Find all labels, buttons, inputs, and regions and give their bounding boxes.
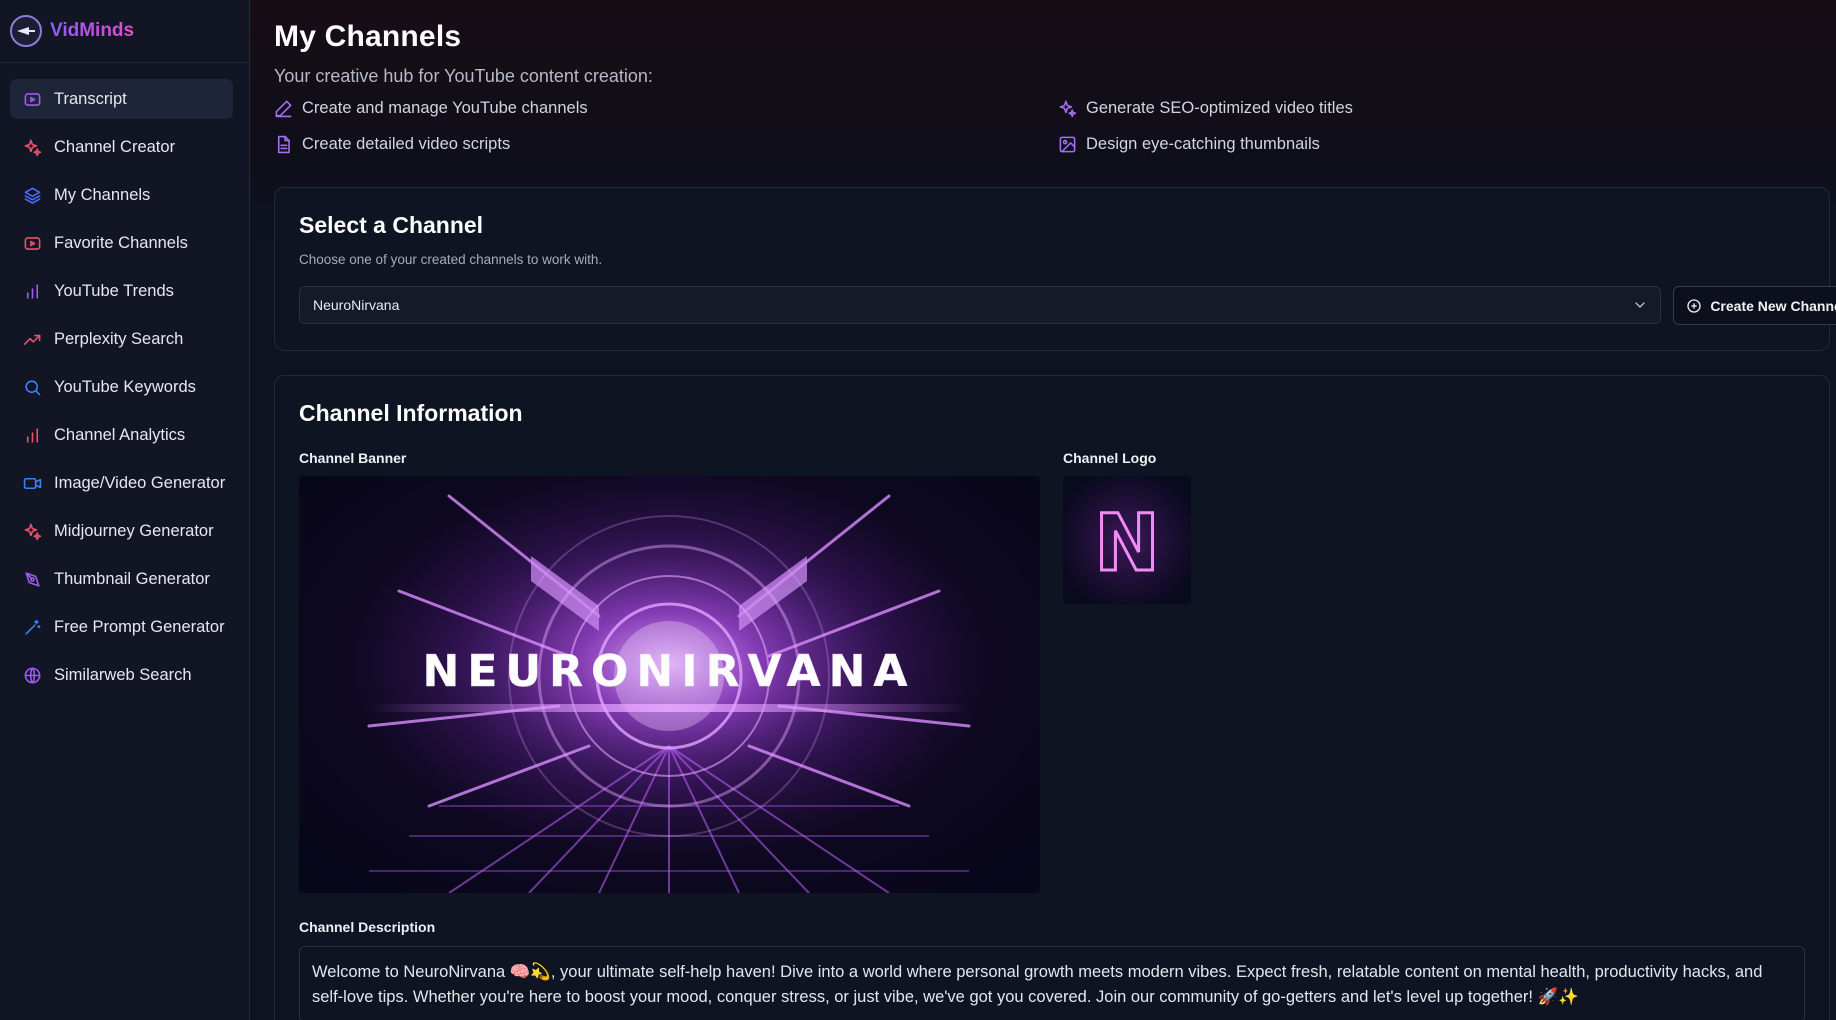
file-text-icon bbox=[277, 135, 290, 154]
pen-tool-icon bbox=[22, 569, 42, 589]
sidebar-item-youtube-trends[interactable]: YouTube Trends bbox=[10, 271, 233, 311]
bar-chart-icon bbox=[22, 281, 42, 301]
sidebar: VidMinds Transcript Channel Creator My C… bbox=[0, 0, 250, 1020]
channel-description-field[interactable]: Welcome to NeuroNirvana 🧠💫, your ultimat… bbox=[299, 946, 1805, 1020]
sidebar-item-my-channels[interactable]: My Channels bbox=[10, 175, 233, 215]
sidebar-item-channel-creator[interactable]: Channel Creator bbox=[10, 127, 233, 167]
image-icon bbox=[1059, 136, 1076, 153]
sparkles-icon bbox=[22, 521, 42, 541]
channel-banner-image: NEURONIRVANA bbox=[299, 476, 1040, 893]
sparkles-icon bbox=[1059, 100, 1077, 118]
channel-logo-graphic: N bbox=[1063, 476, 1191, 604]
plus-circle-icon bbox=[1687, 298, 1701, 313]
sparkles-icon bbox=[22, 137, 42, 157]
sidebar-item-free-prompt-generator[interactable]: Free Prompt Generator bbox=[10, 607, 233, 647]
sidebar-item-label: Transcript bbox=[54, 89, 127, 108]
sidebar-item-label: YouTube Keywords bbox=[54, 377, 196, 396]
select-channel-card: Select a Channel Choose one of your crea… bbox=[274, 187, 1836, 351]
bar-chart-icon bbox=[22, 425, 42, 445]
channel-select[interactable]: NeuroNirvana bbox=[299, 286, 1661, 324]
sidebar-item-similarweb-search[interactable]: Similarweb Search bbox=[10, 655, 233, 695]
feature-item: Generate SEO-optimized video titles bbox=[1058, 99, 1353, 118]
layers-icon bbox=[22, 185, 42, 205]
sidebar-item-label: Perplexity Search bbox=[54, 329, 184, 348]
sidebar-item-image-video-generator[interactable]: Image/Video Generator bbox=[10, 463, 233, 503]
channel-logo-label: Channel Logo bbox=[1063, 450, 1157, 466]
feature-label: Create and manage YouTube channels bbox=[302, 99, 588, 117]
sidebar-item-youtube-keywords[interactable]: YouTube Keywords bbox=[10, 367, 233, 407]
channel-select-value: NeuroNirvana bbox=[313, 297, 400, 313]
sidebar-item-label: YouTube Trends bbox=[54, 281, 174, 300]
sidebar-nav: Transcript Channel Creator My Channels F… bbox=[0, 63, 249, 695]
sidebar-item-label: Midjourney Generator bbox=[54, 521, 214, 540]
pencil-icon bbox=[275, 100, 292, 118]
sidebar-item-label: Channel Creator bbox=[54, 137, 176, 156]
page-subtitle: Your creative hub for YouTube content cr… bbox=[274, 66, 653, 86]
feature-item: Design eye-catching thumbnails bbox=[1058, 135, 1320, 154]
sidebar-item-perplexity-search[interactable]: Perplexity Search bbox=[10, 319, 233, 359]
sidebar-item-thumbnail-generator[interactable]: Thumbnail Generator bbox=[10, 559, 233, 599]
channel-banner-text: NEURONIRVANA bbox=[423, 646, 916, 697]
channel-information-card: Channel Information Channel Banner NEURO… bbox=[274, 375, 1830, 1020]
feature-label: Generate SEO-optimized video titles bbox=[1086, 99, 1353, 117]
channel-logo-text: N bbox=[1094, 499, 1159, 589]
sidebar-item-transcript[interactable]: Transcript bbox=[10, 79, 233, 119]
select-channel-description: Choose one of your created channels to w… bbox=[299, 252, 603, 267]
brand-name: VidMinds bbox=[50, 20, 135, 41]
brand-logo-icon bbox=[10, 15, 42, 47]
page-title: My Channels bbox=[274, 20, 462, 53]
feature-item: Create detailed video scripts bbox=[274, 135, 510, 154]
globe-icon bbox=[22, 665, 42, 685]
sidebar-item-label: Favorite Channels bbox=[54, 233, 188, 252]
channel-information-title: Channel Information bbox=[299, 400, 523, 426]
play-square-icon bbox=[22, 89, 42, 109]
sidebar-item-label: Similarweb Search bbox=[54, 665, 192, 684]
feature-label: Create detailed video scripts bbox=[302, 135, 511, 153]
create-new-channel-button[interactable]: Create New Channel bbox=[1673, 286, 1836, 325]
channel-description-label: Channel Description bbox=[299, 919, 436, 935]
sidebar-item-midjourney-generator[interactable]: Midjourney Generator bbox=[10, 511, 233, 551]
feature-item: Create and manage YouTube channels bbox=[274, 99, 588, 118]
main-content: My Channels Your creative hub for YouTub… bbox=[250, 0, 1836, 1020]
feature-label: Design eye-catching thumbnails bbox=[1086, 135, 1320, 153]
sidebar-item-label: Free Prompt Generator bbox=[54, 617, 225, 636]
feature-list: Create and manage YouTube channels Gener… bbox=[274, 97, 1814, 167]
sidebar-item-label: Thumbnail Generator bbox=[54, 569, 210, 588]
search-icon bbox=[22, 377, 42, 397]
channel-logo-image: N bbox=[1063, 476, 1191, 604]
sidebar-item-label: Channel Analytics bbox=[54, 425, 186, 444]
select-channel-title: Select a Channel bbox=[299, 212, 484, 238]
channel-banner-graphic: NEURONIRVANA bbox=[299, 476, 1040, 893]
page-header: My Channels Your creative hub for YouTub… bbox=[274, 20, 1814, 167]
channel-banner-label: Channel Banner bbox=[299, 450, 407, 466]
create-new-channel-label: Create New Channel bbox=[1710, 297, 1836, 314]
chevron-down-icon bbox=[1635, 302, 1645, 308]
sidebar-item-channel-analytics[interactable]: Channel Analytics bbox=[10, 415, 233, 455]
trending-up-icon bbox=[22, 329, 42, 349]
tv-icon bbox=[22, 233, 42, 253]
sidebar-item-favorite-channels[interactable]: Favorite Channels bbox=[10, 223, 233, 263]
sidebar-item-label: Image/Video Generator bbox=[54, 473, 226, 492]
brand[interactable]: VidMinds bbox=[0, 0, 249, 63]
video-icon bbox=[22, 473, 42, 493]
wand-icon bbox=[22, 617, 42, 637]
sidebar-item-label: My Channels bbox=[54, 185, 151, 204]
